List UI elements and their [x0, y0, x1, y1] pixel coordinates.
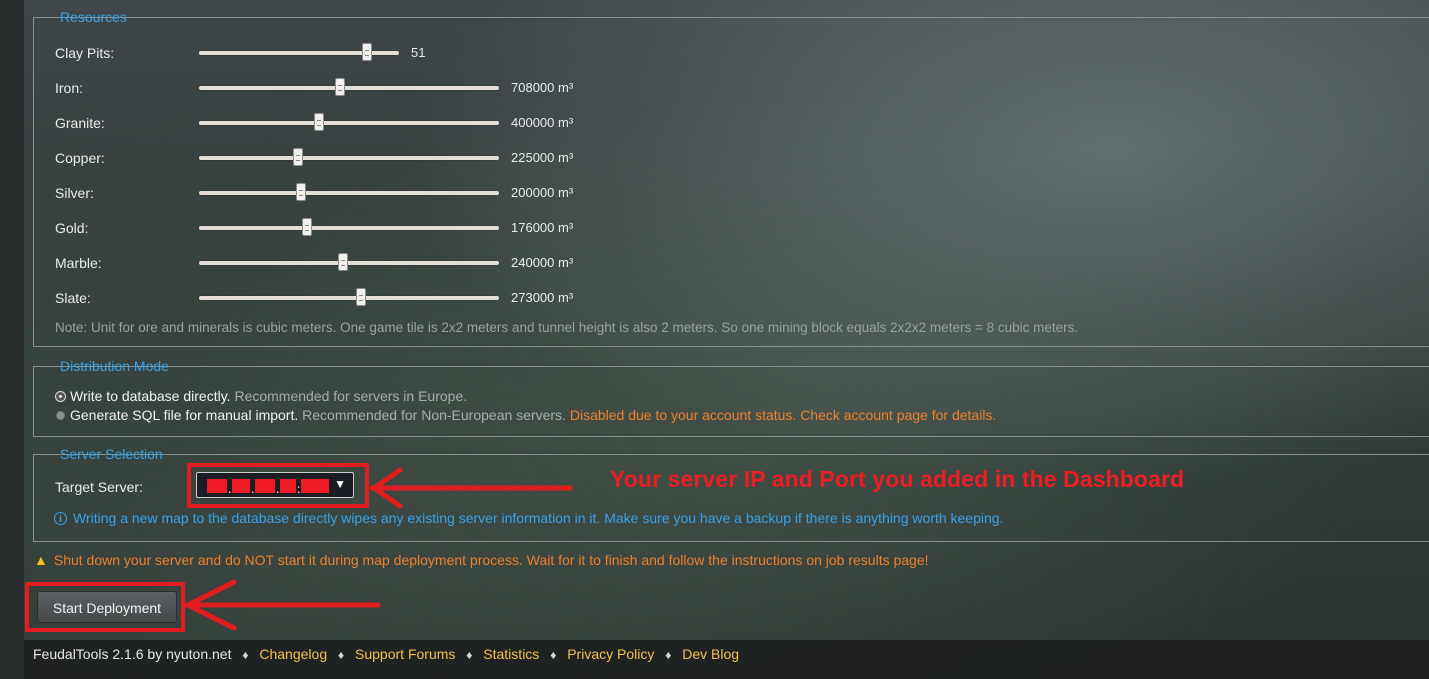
- footer-separator: ♦: [665, 648, 672, 662]
- footer-brand: FeudalTools 2.1.6 by nyuton.net: [33, 646, 232, 662]
- server-info-text: Writing a new map to the database direct…: [73, 510, 1004, 526]
- footer-link-dev-blog[interactable]: Dev Blog: [682, 646, 739, 662]
- deployment-warning: ▲ Shut down your server and do NOT start …: [34, 552, 929, 568]
- warning-icon: ▲: [34, 552, 48, 568]
- info-icon: i: [54, 511, 67, 525]
- footer-link-statistics[interactable]: Statistics: [483, 646, 539, 662]
- start-deployment-button[interactable]: Start Deployment: [37, 591, 177, 623]
- deployment-warning-text: Shut down your server and do NOT start i…: [53, 552, 929, 568]
- footer-link-privacy-policy[interactable]: Privacy Policy: [567, 646, 654, 662]
- footer-separator: ♦: [466, 648, 473, 662]
- annotation-text: Your server IP and Port you added in the…: [610, 466, 1185, 492]
- footer-link-changelog[interactable]: Changelog: [259, 646, 327, 662]
- annotation-arrows: [183, 467, 573, 631]
- server-info: i Writing a new map to the database direc…: [54, 510, 1003, 526]
- footer-separator: ♦: [242, 648, 249, 662]
- footer-link-support-forums[interactable]: Support Forums: [355, 646, 455, 662]
- footer-separator: ♦: [550, 648, 557, 662]
- footer-separator: ♦: [338, 648, 345, 662]
- footer: FeudalTools 2.1.6 by nyuton.net ♦ Change…: [24, 640, 1429, 679]
